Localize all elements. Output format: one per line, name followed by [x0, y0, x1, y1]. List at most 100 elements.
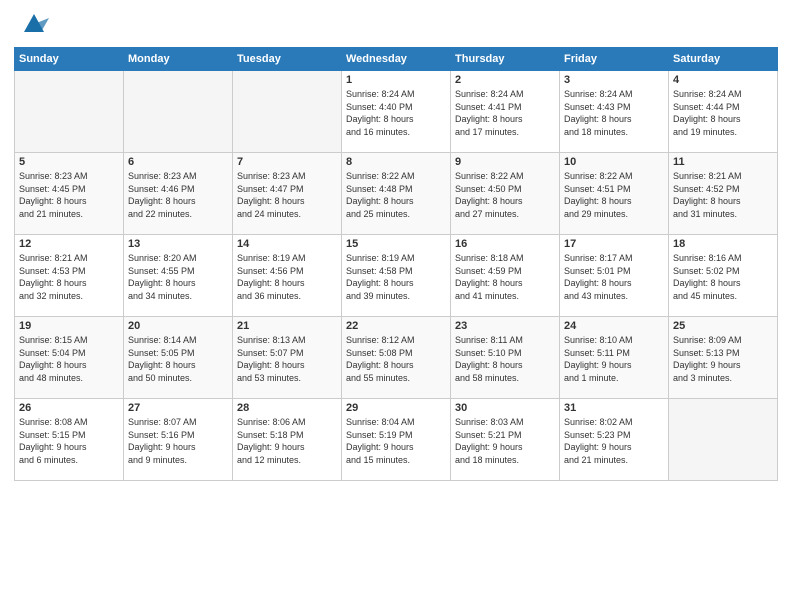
day-info: Sunrise: 8:22 AM Sunset: 4:48 PM Dayligh… — [346, 170, 446, 220]
logo-icon — [19, 10, 49, 41]
day-number: 15 — [346, 238, 446, 250]
day-info: Sunrise: 8:23 AM Sunset: 4:47 PM Dayligh… — [237, 170, 337, 220]
logo — [14, 10, 49, 41]
day-info: Sunrise: 8:17 AM Sunset: 5:01 PM Dayligh… — [564, 252, 664, 302]
calendar-cell: 16 Sunrise: 8:18 AM Sunset: 4:59 PM Dayli… — [451, 235, 560, 317]
weekday-header-saturday: Saturday — [669, 48, 778, 71]
day-info: Sunrise: 8:18 AM Sunset: 4:59 PM Dayligh… — [455, 252, 555, 302]
calendar-cell: 18 Sunrise: 8:16 AM Sunset: 5:02 PM Dayli… — [669, 235, 778, 317]
day-number: 16 — [455, 238, 555, 250]
calendar-cell: 9Sunrise: 8:22 AM Sunset: 4:50 PM Daylig… — [451, 153, 560, 235]
weekday-header-thursday: Thursday — [451, 48, 560, 71]
calendar-cell — [669, 399, 778, 481]
day-info: Sunrise: 8:22 AM Sunset: 4:51 PM Dayligh… — [564, 170, 664, 220]
day-info: Sunrise: 8:13 AM Sunset: 5:07 PM Dayligh… — [237, 334, 337, 384]
day-number: 21 — [237, 320, 337, 332]
calendar-cell: 13 Sunrise: 8:20 AM Sunset: 4:55 PM Dayli… — [124, 235, 233, 317]
calendar-cell — [233, 71, 342, 153]
weekday-header-tuesday: Tuesday — [233, 48, 342, 71]
calendar-week-3: 12 Sunrise: 8:21 AM Sunset: 4:53 PM Dayli… — [15, 235, 778, 317]
day-number: 7 — [237, 156, 337, 168]
day-number: 1 — [346, 74, 446, 86]
page: SundayMondayTuesdayWednesdayThursdayFrid… — [0, 0, 792, 612]
calendar-cell: 2 Sunrise: 8:24 AM Sunset: 4:41 PM Daylig… — [451, 71, 560, 153]
day-number: 26 — [19, 402, 119, 414]
day-info: Sunrise: 8:23 AM Sunset: 4:46 PM Dayligh… — [128, 170, 228, 220]
weekday-header-sunday: Sunday — [15, 48, 124, 71]
day-number: 8 — [346, 156, 446, 168]
day-info: Sunrise: 8:14 AM Sunset: 5:05 PM Dayligh… — [128, 334, 228, 384]
day-number: 13 — [128, 238, 228, 250]
day-info: Sunrise: 8:20 AM Sunset: 4:55 PM Dayligh… — [128, 252, 228, 302]
calendar-cell: 28Sunrise: 8:06 AM Sunset: 5:18 PM Dayli… — [233, 399, 342, 481]
day-number: 31 — [564, 402, 664, 414]
calendar-cell: 1Sunrise: 8:24 AM Sunset: 4:40 PM Daylig… — [342, 71, 451, 153]
weekday-header-wednesday: Wednesday — [342, 48, 451, 71]
calendar-cell: 30 Sunrise: 8:03 AM Sunset: 5:21 PM Dayli… — [451, 399, 560, 481]
calendar-cell: 31 Sunrise: 8:02 AM Sunset: 5:23 PM Dayli… — [560, 399, 669, 481]
day-number: 18 — [673, 238, 773, 250]
day-info: Sunrise: 8:04 AM Sunset: 5:19 PM Dayligh… — [346, 416, 446, 466]
day-number: 14 — [237, 238, 337, 250]
weekday-header-monday: Monday — [124, 48, 233, 71]
calendar-cell: 21 Sunrise: 8:13 AM Sunset: 5:07 PM Dayli… — [233, 317, 342, 399]
logo-text — [14, 10, 49, 41]
day-info: Sunrise: 8:03 AM Sunset: 5:21 PM Dayligh… — [455, 416, 555, 466]
calendar-cell: 14 Sunrise: 8:19 AM Sunset: 4:56 PM Dayli… — [233, 235, 342, 317]
calendar-cell: 20 Sunrise: 8:14 AM Sunset: 5:05 PM Dayli… — [124, 317, 233, 399]
calendar-cell: 26 Sunrise: 8:08 AM Sunset: 5:15 PM Dayli… — [15, 399, 124, 481]
calendar-cell: 3 Sunrise: 8:24 AM Sunset: 4:43 PM Daylig… — [560, 71, 669, 153]
day-number: 3 — [564, 74, 664, 86]
calendar-cell: 17 Sunrise: 8:17 AM Sunset: 5:01 PM Dayli… — [560, 235, 669, 317]
day-number: 10 — [564, 156, 664, 168]
day-info: Sunrise: 8:02 AM Sunset: 5:23 PM Dayligh… — [564, 416, 664, 466]
day-number: 17 — [564, 238, 664, 250]
day-info: Sunrise: 8:19 AM Sunset: 4:56 PM Dayligh… — [237, 252, 337, 302]
calendar-cell: 5 Sunrise: 8:23 AM Sunset: 4:45 PM Daylig… — [15, 153, 124, 235]
day-info: Sunrise: 8:23 AM Sunset: 4:45 PM Dayligh… — [19, 170, 119, 220]
day-info: Sunrise: 8:24 AM Sunset: 4:44 PM Dayligh… — [673, 88, 773, 138]
day-info: Sunrise: 8:19 AM Sunset: 4:58 PM Dayligh… — [346, 252, 446, 302]
day-info: Sunrise: 8:08 AM Sunset: 5:15 PM Dayligh… — [19, 416, 119, 466]
calendar-cell: 23Sunrise: 8:11 AM Sunset: 5:10 PM Dayli… — [451, 317, 560, 399]
day-number: 30 — [455, 402, 555, 414]
day-info: Sunrise: 8:09 AM Sunset: 5:13 PM Dayligh… — [673, 334, 773, 384]
calendar-week-5: 26 Sunrise: 8:08 AM Sunset: 5:15 PM Dayli… — [15, 399, 778, 481]
day-info: Sunrise: 8:07 AM Sunset: 5:16 PM Dayligh… — [128, 416, 228, 466]
calendar-cell: 4 Sunrise: 8:24 AM Sunset: 4:44 PM Daylig… — [669, 71, 778, 153]
day-info: Sunrise: 8:10 AM Sunset: 5:11 PM Dayligh… — [564, 334, 664, 384]
calendar-cell: 24 Sunrise: 8:10 AM Sunset: 5:11 PM Dayli… — [560, 317, 669, 399]
day-number: 11 — [673, 156, 773, 168]
calendar-week-1: 1Sunrise: 8:24 AM Sunset: 4:40 PM Daylig… — [15, 71, 778, 153]
day-info: Sunrise: 8:24 AM Sunset: 4:41 PM Dayligh… — [455, 88, 555, 138]
calendar-cell: 22Sunrise: 8:12 AM Sunset: 5:08 PM Dayli… — [342, 317, 451, 399]
day-info: Sunrise: 8:15 AM Sunset: 5:04 PM Dayligh… — [19, 334, 119, 384]
day-number: 5 — [19, 156, 119, 168]
header — [14, 10, 778, 41]
day-number: 22 — [346, 320, 446, 332]
day-number: 19 — [19, 320, 119, 332]
day-number: 2 — [455, 74, 555, 86]
calendar-cell: 7 Sunrise: 8:23 AM Sunset: 4:47 PM Daylig… — [233, 153, 342, 235]
day-number: 24 — [564, 320, 664, 332]
calendar-cell: 8 Sunrise: 8:22 AM Sunset: 4:48 PM Daylig… — [342, 153, 451, 235]
calendar: SundayMondayTuesdayWednesdayThursdayFrid… — [14, 47, 778, 481]
day-number: 4 — [673, 74, 773, 86]
day-info: Sunrise: 8:06 AM Sunset: 5:18 PM Dayligh… — [237, 416, 337, 466]
calendar-cell: 27Sunrise: 8:07 AM Sunset: 5:16 PM Dayli… — [124, 399, 233, 481]
day-number: 9 — [455, 156, 555, 168]
calendar-header-row: SundayMondayTuesdayWednesdayThursdayFrid… — [15, 48, 778, 71]
day-number: 12 — [19, 238, 119, 250]
day-info: Sunrise: 8:21 AM Sunset: 4:53 PM Dayligh… — [19, 252, 119, 302]
day-number: 20 — [128, 320, 228, 332]
calendar-cell: 10 Sunrise: 8:22 AM Sunset: 4:51 PM Dayli… — [560, 153, 669, 235]
day-number: 25 — [673, 320, 773, 332]
calendar-cell: 6Sunrise: 8:23 AM Sunset: 4:46 PM Daylig… — [124, 153, 233, 235]
calendar-cell — [15, 71, 124, 153]
day-info: Sunrise: 8:11 AM Sunset: 5:10 PM Dayligh… — [455, 334, 555, 384]
weekday-header-friday: Friday — [560, 48, 669, 71]
day-info: Sunrise: 8:24 AM Sunset: 4:43 PM Dayligh… — [564, 88, 664, 138]
calendar-cell: 12 Sunrise: 8:21 AM Sunset: 4:53 PM Dayli… — [15, 235, 124, 317]
day-info: Sunrise: 8:21 AM Sunset: 4:52 PM Dayligh… — [673, 170, 773, 220]
day-info: Sunrise: 8:16 AM Sunset: 5:02 PM Dayligh… — [673, 252, 773, 302]
